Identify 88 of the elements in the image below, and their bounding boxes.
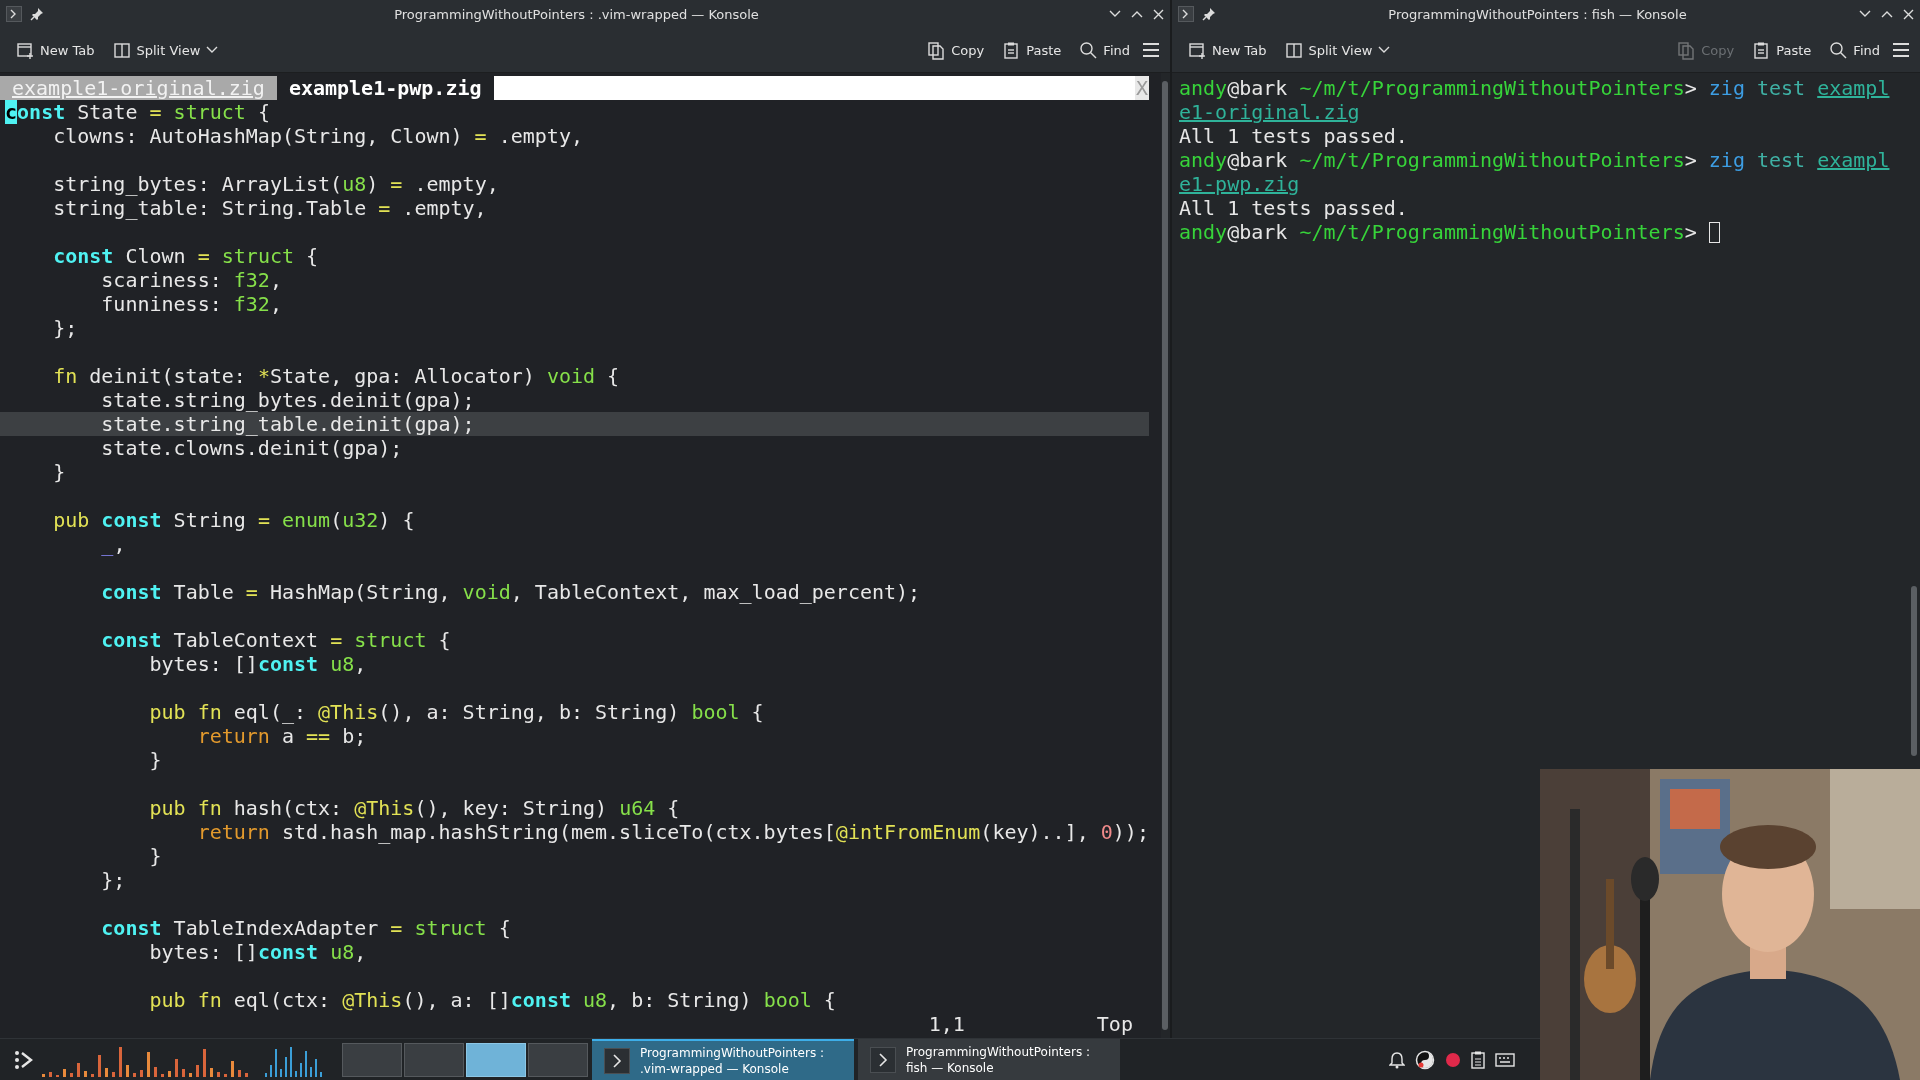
new-tab-icon (16, 40, 34, 60)
task-title: fish — Konsole (906, 1059, 995, 1076)
record-icon[interactable] (1445, 1051, 1461, 1068)
code-line: const TableIndexAdapter = struct { (100, 916, 512, 940)
scrollbar-thumb[interactable] (1162, 81, 1169, 1030)
paste-button[interactable]: Paste (1746, 34, 1818, 66)
new-tab-button[interactable]: New Tab (10, 34, 101, 66)
code-line: string_table: String.Table = .empty, (52, 196, 488, 220)
new-tab-button[interactable]: New Tab (1182, 34, 1273, 66)
copy-icon (1677, 40, 1696, 60)
code-line: const Clown = struct { (52, 244, 320, 268)
find-button[interactable]: Find (1073, 34, 1136, 66)
task-button[interactable]: ProgrammingWithoutPointers : fish — Konsole (858, 1039, 1120, 1080)
keyboard-icon[interactable] (1495, 1052, 1515, 1067)
code-line: } (52, 460, 67, 484)
terminal-line: All 1 tests passed. (1179, 124, 1409, 148)
bell-icon[interactable] (1389, 1050, 1405, 1069)
code-line: }; (52, 316, 79, 340)
pin-icon (1202, 7, 1216, 21)
terminal-line: andy@bark ~/m/t/ProgrammingWithoutPointers> zig test exampl (1179, 148, 1891, 172)
terminal-line: andy@bark ~/m/t/ProgrammingWithoutPointers> (1179, 220, 1908, 244)
code-line: }; (100, 868, 127, 892)
minimize-icon[interactable] (1859, 10, 1871, 18)
task-title: ProgrammingWithoutPointers : (906, 1043, 1090, 1060)
clipboard-icon[interactable] (1471, 1050, 1485, 1069)
task-button[interactable]: ProgrammingWithoutPointers : .vim-wrapped — Konsole (592, 1039, 854, 1080)
code-line: } (148, 748, 163, 772)
terminal-icon (870, 1046, 896, 1073)
menu-icon[interactable] (1892, 42, 1910, 58)
copy-button[interactable]: Copy (921, 34, 991, 66)
code-line: _, (100, 532, 127, 556)
pin-icon (30, 7, 44, 21)
menu-icon[interactable] (1142, 42, 1160, 58)
window-title: ProgrammingWithoutPointers : .vim-wrapped — Konsole (393, 6, 760, 22)
new-tab-icon (1188, 40, 1206, 60)
code-line: const Table = HashMap(String, void, TableContext, max_load_percent); (100, 580, 922, 604)
clipboard-icon (1002, 40, 1021, 60)
code-line: pub fn eql(_: @This(), a: String, b: String) bool { (148, 700, 765, 724)
caret-icon (1378, 46, 1391, 54)
caret-icon (206, 46, 219, 54)
code-line: bytes: []const u8, (148, 652, 368, 676)
code-line: pub fn hash(ctx: @This(), key: String) u64 { (148, 796, 681, 820)
code-line: return a == b; (196, 724, 368, 748)
terminal-icon (1178, 6, 1194, 22)
scrollbar-thumb[interactable] (1911, 586, 1917, 756)
split-view-icon (1284, 40, 1303, 60)
circle-icon[interactable] (1415, 1049, 1435, 1070)
code-line: return std.hash_map.hashString(mem.sliceTo(ctx.bytes[@intFromEnum(key)..], 0)); (196, 820, 1149, 844)
split-view-button[interactable]: Split View (106, 34, 225, 66)
terminal-line: e1-original.zig (1179, 100, 1361, 124)
clipboard-icon (1752, 40, 1771, 60)
code-line: pub fn eql(ctx: @This(), a: []const u8, b: String) bool { (148, 988, 837, 1012)
close-icon[interactable] (1153, 8, 1164, 20)
editor-tab[interactable]: example1-pwp.zig (276, 76, 494, 100)
terminal-line: andy@bark ~/m/t/ProgrammingWithoutPointers> zig test exampl (1179, 76, 1891, 100)
code-line: clowns: AutoHashMap(String, Clown) = .empty, (52, 124, 584, 148)
terminal-line: e1-pwp.zig (1179, 172, 1301, 196)
maximize-icon[interactable] (1131, 10, 1143, 18)
code-line: bytes: []const u8, (148, 940, 368, 964)
cursor-position: 1,1 (928, 1012, 965, 1036)
search-icon (1079, 40, 1098, 60)
code-line: string_bytes: ArrayList(u8) = .empty, (52, 172, 500, 196)
copy-icon (927, 40, 946, 60)
task-title: .vim-wrapped — Konsole (640, 1060, 790, 1077)
find-button[interactable]: Find (1823, 34, 1886, 66)
terminal-icon (6, 6, 22, 22)
code-line: fn deinit(state: *State, gpa: Allocator) void { (52, 364, 621, 388)
code-line: } (148, 844, 163, 868)
terminal-line: All 1 tests passed. (1179, 196, 1409, 220)
code-line: pub const String = enum(u32) { (52, 508, 416, 532)
code-line: state.clowns.deinit(gpa); (100, 436, 404, 460)
window-title: ProgrammingWithoutPointers : fish — Konsole (1387, 6, 1688, 22)
maximize-icon[interactable] (1881, 10, 1893, 18)
minimize-icon[interactable] (1109, 10, 1121, 18)
split-view-icon (112, 40, 131, 60)
desktop-button[interactable] (466, 1042, 526, 1077)
scroll-position: Top (1096, 1012, 1133, 1036)
code-line: state.string_bytes.deinit(gpa); (100, 388, 476, 412)
split-view-button[interactable]: Split View (1278, 34, 1397, 66)
close-icon[interactable] (1903, 8, 1914, 20)
terminal-icon (604, 1047, 630, 1074)
task-title: ProgrammingWithoutPointers : (640, 1044, 824, 1061)
search-icon (1829, 40, 1848, 60)
code-line: funniness: f32, (100, 292, 283, 316)
code-line: const TableContext = struct { (100, 628, 452, 652)
code-line: scariness: f32, (100, 268, 283, 292)
code-line: const State = struct { (4, 100, 271, 124)
paste-button[interactable]: Paste (996, 34, 1068, 66)
